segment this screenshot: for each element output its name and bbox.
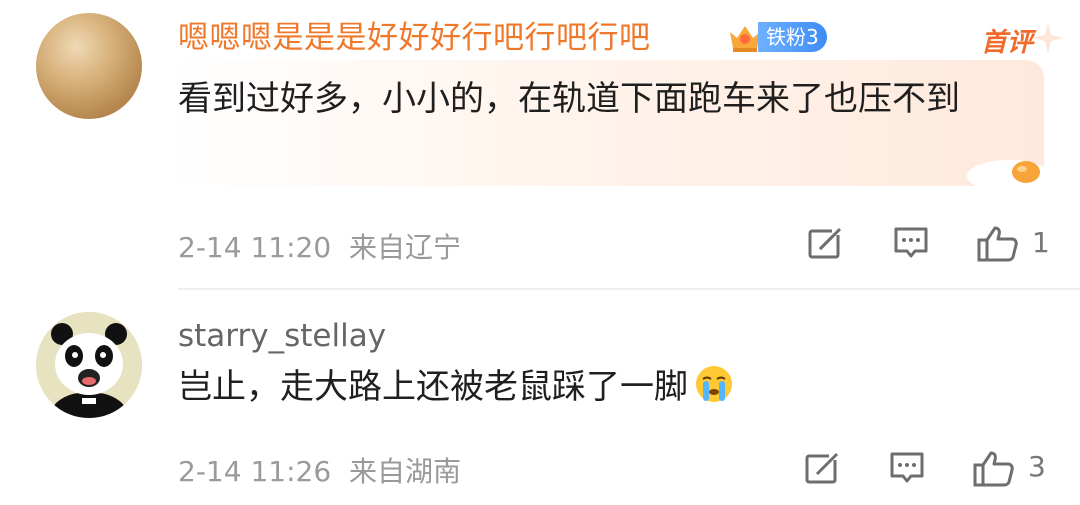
comment-text-body: 岂止，走大路上还被老鼠踩了一脚	[178, 367, 688, 407]
comment-meta: 2-14 11:20 来自辽宁	[178, 226, 461, 266]
comment-location: 来自湖南	[348, 455, 461, 488]
like-icon[interactable]	[976, 225, 1020, 263]
comment-text: 看到过好多，小小的，在轨道下面跑车来了也压不到	[178, 79, 960, 119]
username[interactable]: 嗯嗯嗯是是是好好好行吧行吧行吧	[178, 20, 651, 56]
comment-text: 岂止，走大路上还被老鼠踩了一脚	[178, 360, 1038, 414]
avatar[interactable]	[36, 312, 142, 418]
reply-icon[interactable]	[892, 225, 930, 261]
egg-icon	[967, 160, 1051, 192]
like-icon[interactable]	[972, 450, 1016, 488]
crying-face-icon	[696, 366, 732, 402]
first-comment-tag: 首评	[981, 28, 1034, 58]
username[interactable]: starry_stellay	[178, 318, 386, 354]
like-count: 3	[1028, 450, 1046, 483]
comment-meta: 2-14 11:26 来自湖南	[178, 450, 461, 490]
comment-location: 来自辽宁	[348, 231, 461, 264]
reply-icon[interactable]	[888, 450, 926, 486]
sparkle-icon	[1032, 22, 1064, 54]
panda-avatar	[36, 312, 142, 418]
comment-time: 2-14 11:26	[178, 455, 332, 488]
avatar[interactable]	[36, 13, 142, 119]
like-count: 1	[1032, 226, 1050, 259]
comment-item: starry_stellay 岂止，走大路上还被老鼠踩了一脚 2-14 11:2…	[0, 290, 1080, 505]
share-icon[interactable]	[806, 225, 844, 261]
comment-item: 嗯嗯嗯是是是好好好行吧行吧行吧 铁粉3 首评 看到过好多，小小的，在轨道下面跑车…	[0, 0, 1080, 290]
share-icon[interactable]	[803, 450, 841, 486]
comment-time: 2-14 11:20	[178, 231, 332, 264]
fan-badge[interactable]: 铁粉3	[758, 22, 827, 52]
